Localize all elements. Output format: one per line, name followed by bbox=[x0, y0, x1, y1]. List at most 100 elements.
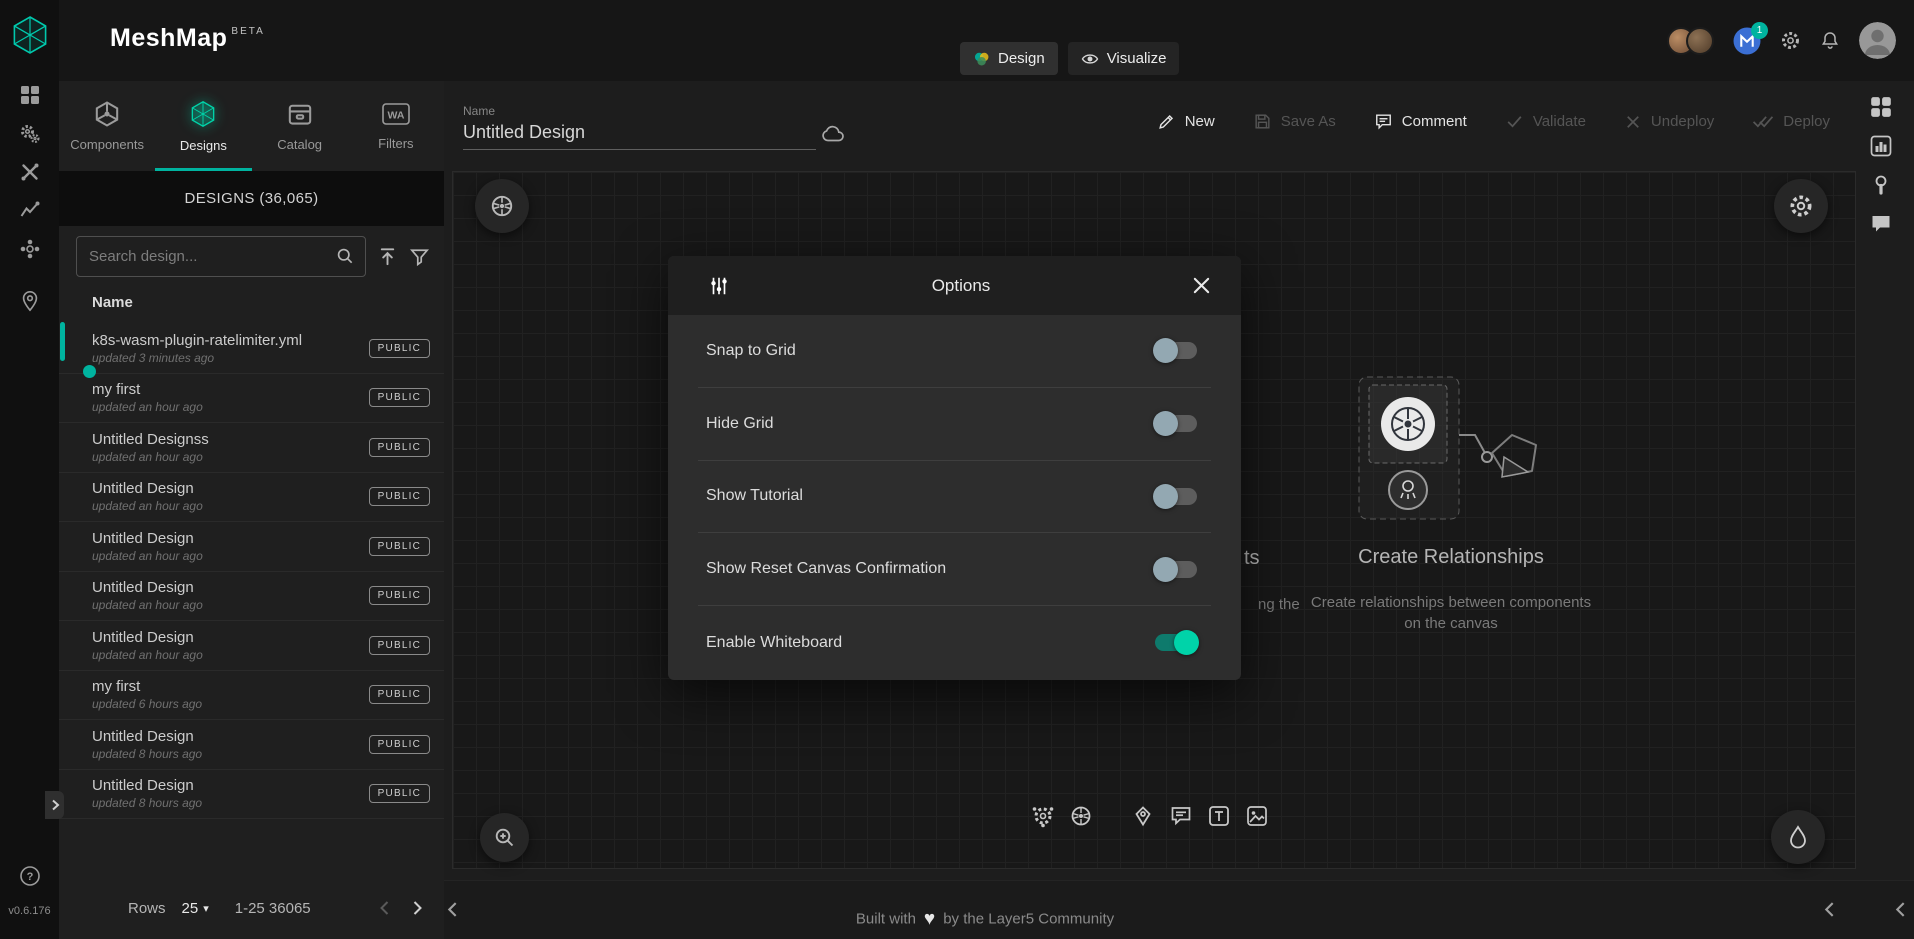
undeploy-x-icon bbox=[1624, 113, 1642, 131]
design-updated: updated an hour ago bbox=[92, 499, 369, 513]
configuration-tools-icon[interactable] bbox=[0, 161, 59, 183]
filter-icon[interactable] bbox=[409, 246, 430, 267]
close-icon[interactable] bbox=[1192, 276, 1211, 295]
extensions-icon[interactable] bbox=[0, 238, 59, 260]
notifications-bell-icon[interactable] bbox=[1820, 30, 1840, 51]
design-list-item[interactable]: Untitled Design updated an hour ago PUBL… bbox=[59, 473, 444, 523]
show-tutorial-toggle[interactable] bbox=[1155, 488, 1197, 505]
import-design-icon[interactable] bbox=[377, 246, 398, 267]
comment-button[interactable]: Comment bbox=[1374, 112, 1467, 131]
search-icon[interactable] bbox=[335, 246, 355, 266]
comment-icon bbox=[1374, 112, 1393, 131]
lifecycle-gears-icon[interactable] bbox=[0, 123, 59, 145]
tab-components[interactable]: Components bbox=[59, 81, 155, 171]
nav-expander-handle[interactable] bbox=[45, 791, 64, 819]
text-tool-icon[interactable] bbox=[1207, 804, 1231, 828]
option-row-snap-to-grid: Snap to Grid bbox=[698, 315, 1211, 388]
design-list-item[interactable]: Untitled Design updated an hour ago PUBL… bbox=[59, 522, 444, 572]
option-label: Snap to Grid bbox=[698, 342, 796, 360]
layer5-logo-icon[interactable] bbox=[8, 13, 52, 57]
design-list-item[interactable]: my first updated 6 hours ago PUBLIC bbox=[59, 671, 444, 721]
pagination-range: 1-25 36065 bbox=[235, 900, 311, 917]
visibility-badge: PUBLIC bbox=[369, 537, 430, 556]
canvas-options-button[interactable] bbox=[1774, 179, 1828, 233]
shapes-pen-icon[interactable] bbox=[1131, 804, 1155, 828]
visibility-badge: PUBLIC bbox=[369, 339, 430, 358]
design-name: k8s-wasm-plugin-ratelimiter.yml bbox=[92, 332, 369, 349]
connections-pin-icon[interactable] bbox=[0, 290, 59, 312]
toggle-knob bbox=[1153, 484, 1178, 509]
design-list-item[interactable]: my first updated an hour ago PUBLIC bbox=[59, 374, 444, 424]
check-icon bbox=[1505, 112, 1524, 131]
next-page-button[interactable] bbox=[412, 900, 423, 916]
design-updated: updated an hour ago bbox=[92, 450, 369, 464]
user-avatar[interactable] bbox=[1859, 22, 1896, 59]
tab-filters[interactable]: WA Filters bbox=[348, 81, 444, 171]
views-grid-icon[interactable] bbox=[1869, 95, 1893, 119]
previous-page-button[interactable] bbox=[379, 900, 390, 916]
design-name-input[interactable] bbox=[463, 120, 816, 150]
cloud-save-status-icon bbox=[820, 122, 846, 146]
zoom-in-icon bbox=[493, 826, 517, 850]
design-list-item[interactable]: k8s-wasm-plugin-ratelimiter.yml updated … bbox=[59, 324, 444, 374]
mode-switcher: Design Visualize bbox=[960, 42, 1179, 75]
right-panel-dock bbox=[1869, 95, 1893, 236]
design-list-item[interactable]: Untitled Designss updated an hour ago PU… bbox=[59, 423, 444, 473]
interaction-tap-icon[interactable] bbox=[1869, 173, 1893, 197]
rows-label: Rows bbox=[128, 900, 166, 917]
collaborator-avatars[interactable] bbox=[1667, 27, 1714, 55]
collapse-bottom-drawer-chevron[interactable] bbox=[1823, 901, 1836, 918]
meshmap-designs-icon bbox=[188, 99, 218, 129]
enable-whiteboard-toggle[interactable] bbox=[1155, 634, 1197, 651]
settings-gear-icon[interactable] bbox=[1780, 30, 1801, 51]
collapse-left-drawer-chevron[interactable] bbox=[446, 901, 459, 918]
mesh-components-icon[interactable] bbox=[1031, 804, 1055, 828]
design-list-item[interactable]: Untitled Design updated 8 hours ago PUBL… bbox=[59, 720, 444, 770]
design-name: Untitled Design bbox=[92, 777, 369, 794]
undeploy-button[interactable]: Undeploy bbox=[1624, 113, 1714, 131]
design-rosette-icon bbox=[973, 50, 990, 67]
kubernetes-icon[interactable] bbox=[1069, 804, 1093, 828]
rows-per-page-select[interactable]: 25 ▾ bbox=[182, 900, 209, 917]
new-button[interactable]: New bbox=[1157, 112, 1215, 131]
reset-canvas-confirmation-toggle[interactable] bbox=[1155, 561, 1197, 578]
visibility-badge: PUBLIC bbox=[369, 438, 430, 457]
list-pagination: Rows 25 ▾ 1-25 36065 bbox=[59, 884, 444, 932]
performance-icon[interactable] bbox=[0, 199, 59, 221]
hide-grid-toggle[interactable] bbox=[1155, 415, 1197, 432]
validate-button[interactable]: Validate bbox=[1505, 112, 1586, 131]
canvas-dock-toggle-button[interactable] bbox=[475, 179, 529, 233]
save-as-button[interactable]: Save As bbox=[1253, 112, 1336, 131]
help-icon[interactable]: ? bbox=[0, 865, 59, 887]
media-image-icon[interactable] bbox=[1245, 804, 1269, 828]
meshery-session-button[interactable]: 1 bbox=[1733, 27, 1761, 55]
design-list-item[interactable]: Untitled Design updated an hour ago PUBL… bbox=[59, 572, 444, 622]
collapse-right-drawer-chevron[interactable] bbox=[1894, 901, 1907, 918]
tab-catalog[interactable]: Catalog bbox=[252, 81, 348, 171]
double-check-icon bbox=[1752, 112, 1774, 131]
design-list-item[interactable]: Untitled Design updated an hour ago PUBL… bbox=[59, 621, 444, 671]
design-updated: updated an hour ago bbox=[92, 400, 369, 414]
metrics-chart-icon[interactable] bbox=[1869, 134, 1893, 158]
search-input[interactable] bbox=[89, 248, 335, 265]
option-label: Hide Grid bbox=[698, 415, 774, 433]
dashboard-icon[interactable] bbox=[0, 84, 59, 106]
visibility-badge: PUBLIC bbox=[369, 735, 430, 754]
design-updated: updated 6 hours ago bbox=[92, 697, 369, 711]
meshmap-app: ? v0.6.176 MeshMap BETA Design Visualize bbox=[0, 0, 1914, 939]
app-header: MeshMap BETA Design Visualize bbox=[59, 0, 1914, 81]
tab-designs[interactable]: Designs bbox=[155, 81, 251, 171]
list-scrollbar-thumb[interactable] bbox=[60, 322, 65, 361]
option-row-reset-canvas-confirmation: Show Reset Canvas Confirmation bbox=[698, 533, 1211, 606]
design-list-item[interactable]: Untitled Design updated 8 hours ago PUBL… bbox=[59, 770, 444, 820]
visualize-mode-button[interactable]: Visualize bbox=[1068, 42, 1180, 75]
comments-chat-icon[interactable] bbox=[1869, 212, 1893, 236]
zoom-button[interactable] bbox=[480, 813, 529, 862]
design-mode-button[interactable]: Design bbox=[960, 42, 1058, 75]
svg-text:?: ? bbox=[26, 871, 33, 883]
snap-to-grid-toggle[interactable] bbox=[1155, 342, 1197, 359]
visibility-badge: PUBLIC bbox=[369, 685, 430, 704]
ink-drop-button[interactable] bbox=[1771, 810, 1825, 864]
deploy-button[interactable]: Deploy bbox=[1752, 112, 1830, 131]
comment-bubble-icon[interactable] bbox=[1169, 804, 1193, 828]
